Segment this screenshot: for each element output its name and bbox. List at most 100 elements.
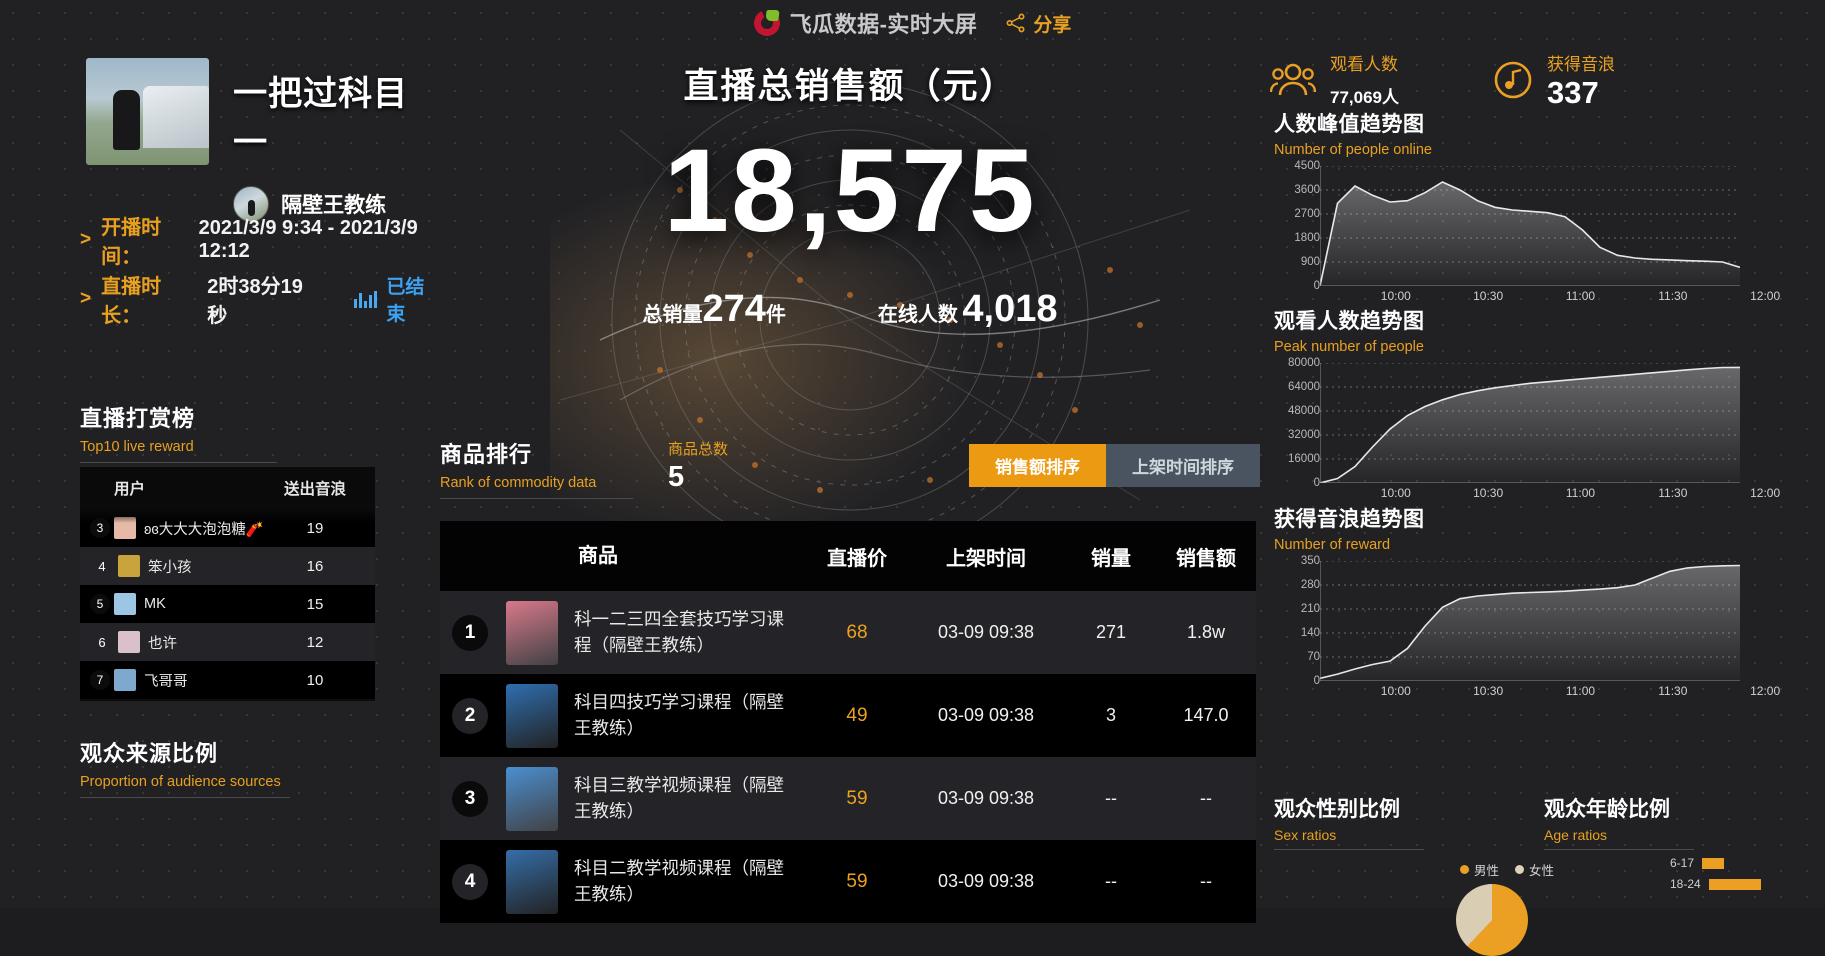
goods-col-price: 直播价 (827, 547, 887, 570)
y-axis: 0 900 1800 2700 3600 4500 (1274, 160, 1320, 292)
room-cover-image (86, 58, 210, 165)
tab-sort-by-sales[interactable]: 销售额排序 (969, 444, 1106, 487)
goods-volume: 3 (1105, 705, 1116, 725)
goods-image-cell (500, 849, 574, 914)
legend-label-male: 男性 (1474, 864, 1500, 878)
divider (80, 797, 290, 798)
rank-section-title-en: Rank of commodity data (440, 475, 597, 491)
goods-col-time: 上架时间 (946, 547, 1026, 570)
x-tick-label: 11:00 (1565, 289, 1596, 303)
list-item[interactable]: 3 ʚɞ大大大泡泡糖🧨 19 (80, 509, 375, 547)
goods-image-cell (500, 683, 574, 748)
chart-title-en: Number of reward (1274, 537, 1391, 553)
total-volume-label: 总销量 (642, 304, 703, 326)
divider (1274, 849, 1424, 850)
reward-table[interactable]: 用户 送出音浪 3 ʚɞ大大大泡泡糖🧨 19 4 笨小孩 16 5 MK 15 … (80, 467, 375, 701)
online-label: 在线人数 (877, 304, 958, 326)
table-row[interactable]: 2 科目四技巧学习课程（隔壁王教练） 49 03-09 09:38 3 147.… (440, 674, 1256, 757)
list-item[interactable]: 4 笨小孩 16 (80, 547, 375, 585)
sex-section-title-cn: 观众性别比例 (1274, 798, 1400, 821)
rank-badge: 7 (90, 670, 110, 690)
people-icon (1270, 64, 1316, 96)
share-button[interactable]: 分享 (1005, 10, 1071, 37)
reward-section-title-en: Top10 live reward (80, 439, 194, 455)
goods-volume: 271 (1095, 622, 1127, 642)
sources-section-header: 观众来源比例 Proportion of audience sources (80, 736, 290, 798)
kpi-reward-value: 337 (1547, 75, 1599, 110)
coin-value: 12 (306, 633, 324, 651)
product-image (506, 849, 558, 914)
age-bar (1708, 878, 1761, 890)
x-tick-label: 10:00 (1380, 289, 1411, 303)
list-item[interactable]: 6 也许 12 (80, 623, 375, 661)
x-tick-label: 10:00 (1380, 684, 1411, 698)
status-label: 已结束 (386, 277, 425, 325)
x-tick-label: 11:00 (1565, 684, 1596, 698)
start-time-label: 开播时间： (101, 217, 162, 268)
online-value: 4,018 (962, 288, 1058, 330)
total-goods-value: 5 (668, 461, 685, 493)
table-row[interactable]: 1 科一二三四全套技巧学习课程（隔壁王教练） 68 03-09 09:38 27… (440, 591, 1256, 674)
product-image (506, 600, 558, 665)
x-tick-label: 10:30 (1473, 289, 1504, 303)
goods-table[interactable]: 商品 直播价 上架时间 销量 销售额 1 科一二三四全套技巧学习课程（隔壁王教练… (440, 521, 1256, 923)
x-tick-label: 12:00 (1750, 289, 1781, 303)
goods-amount: -- (1200, 871, 1212, 891)
x-tick-label: 12:00 (1750, 684, 1781, 698)
goods-name: 科目二教学视频课程（隔壁王教练） (574, 858, 784, 904)
user-name: MK (144, 596, 166, 612)
x-tick-label: 10:30 (1473, 684, 1504, 698)
sex-donut-chart (1456, 884, 1528, 956)
chevron-right-icon: > (80, 229, 92, 250)
rank-badge: 4 (98, 558, 106, 574)
y-tick-label: 3600 (1294, 184, 1320, 196)
sales-value: 18,575 (663, 125, 1037, 257)
product-image (506, 683, 558, 748)
user-avatar (114, 593, 136, 615)
goods-price: 59 (846, 870, 868, 892)
divider (1544, 849, 1694, 850)
goods-volume: -- (1105, 788, 1117, 808)
page-title: 一把过科目一 (233, 75, 409, 162)
brand-title: 飞瓜数据-实时大屏 (789, 12, 978, 37)
y-tick-label: 70 (1307, 651, 1320, 663)
legend-item-male: 男性 (1460, 860, 1499, 879)
y-tick-label: 1800 (1294, 232, 1320, 244)
y-axis: 0 70 140 210 280 350 (1274, 555, 1320, 687)
sort-tabs[interactable]: 销售额排序 上架时间排序 (969, 444, 1260, 487)
chart-title-cn: 获得音浪趋势图 (1274, 508, 1425, 531)
total-goods-stat: 商品总数 5 (668, 438, 728, 494)
bars-icon (354, 290, 378, 308)
tab-sort-by-time[interactable]: 上架时间排序 (1106, 444, 1260, 487)
goods-rank: 2 (440, 697, 500, 734)
x-tick-label: 11:00 (1565, 486, 1596, 500)
reward-col-user: 用户 (114, 481, 146, 498)
legend-label-female: 女性 (1529, 864, 1555, 878)
y-tick-label: 140 (1300, 627, 1320, 639)
y-tick-label: 48000 (1288, 405, 1320, 417)
table-row[interactable]: 3 科目三教学视频课程（隔壁王教练） 59 03-09 09:38 -- -- (440, 757, 1256, 840)
left-column: 一把过科目一 隔壁王教练 > 开播时间： 2021/3/9 9:34 - 202… (0, 46, 440, 908)
x-tick-label: 10:30 (1473, 486, 1504, 500)
music-note-icon (1494, 62, 1532, 99)
sources-section-title-cn: 观众来源比例 (80, 741, 219, 766)
chart-svg (1320, 561, 1740, 681)
age-bar (1702, 857, 1725, 869)
goods-time: 03-09 09:38 (937, 705, 1035, 725)
reward-section-header: 直播打赏榜 Top10 live reward (80, 401, 277, 463)
goods-col-amount: 销售额 (1176, 547, 1236, 570)
table-row[interactable]: 4 科目二教学视频课程（隔壁王教练） 59 03-09 09:38 -- -- (440, 840, 1256, 923)
coin-value: 19 (306, 519, 324, 537)
user-avatar (114, 669, 136, 691)
y-axis: 0 16000 32000 48000 64000 80000 (1274, 357, 1320, 489)
chart-plot: 0 70 140 210 280 350 10:00 10:30 11:00 11:30 12:0… (1274, 555, 1814, 698)
goods-price: 68 (846, 621, 868, 643)
list-item[interactable]: 7 飞哥哥 10 (80, 661, 375, 699)
user-name: 笨小孩 (148, 559, 192, 576)
list-item[interactable]: 5 MK 15 (80, 585, 375, 623)
chart-plot: 0 16000 32000 48000 64000 80000 10:00 10:30 11:… (1274, 357, 1814, 500)
kpi-viewers: 观看人数 77,069人 (1270, 50, 1399, 111)
kpi-row: 观看人数 77,069人 获得音浪 337 (1270, 50, 1615, 111)
right-column: 观看人数 77,069人 获得音浪 337 人数峰值趋势图 Number of … (1260, 0, 1825, 956)
y-tick-label: 350 (1300, 555, 1320, 567)
